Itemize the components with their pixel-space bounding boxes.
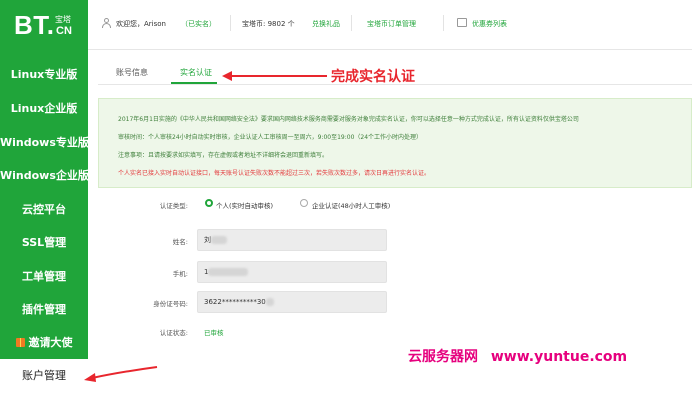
gift-icon	[15, 338, 25, 347]
sidebar-item-label: Windows专业版	[0, 136, 88, 149]
sidebar-item-label: 云控平台	[22, 203, 66, 216]
sidebar-item-label: Linux企业版	[10, 102, 78, 115]
sidebar-item-ssl[interactable]: SSL管理	[0, 226, 88, 260]
header-divider	[443, 15, 444, 31]
sidebar: BT. 宝塔 CN Linux专业版 Linux企业版 Windows专业版 W…	[0, 0, 88, 393]
header-divider	[351, 15, 352, 31]
auth-type-label: 认证类型:	[159, 202, 188, 210]
sidebar-item-label: Windows企业版	[0, 169, 88, 182]
phone-field[interactable]: 1	[197, 261, 387, 283]
sidebar-item-account[interactable]: 账户管理	[0, 359, 88, 393]
notice-warning: 个人实名已接入实时自动认证接口，每天账号认证失败次数不能超过三次，若失败次数过多…	[118, 170, 431, 177]
account-pointer-arrow	[91, 366, 158, 379]
id-number-value: 3622**********30	[204, 298, 266, 306]
id-number-field[interactable]: 3622**********30	[197, 291, 387, 313]
sidebar-item-cloud-control[interactable]: 云控平台	[0, 193, 88, 227]
watermark-url: www.yuntue.com	[490, 349, 628, 365]
annotation-complete-verification: 完成实名认证	[331, 69, 415, 85]
verified-badge: （已实名）	[181, 20, 216, 28]
sidebar-item-label: 邀请大使	[28, 336, 73, 349]
sidebar-item-linux-enterprise[interactable]: Linux企业版	[0, 92, 88, 126]
radio-personal[interactable]	[205, 199, 213, 207]
sidebar-item-linux-pro[interactable]: Linux专业版	[0, 58, 88, 92]
name-field[interactable]: 刘	[197, 229, 387, 251]
sidebar-item-windows-pro[interactable]: Windows专业版	[0, 126, 88, 160]
redacted-blur	[265, 298, 274, 306]
sidebar-item-label: SSL管理	[21, 236, 67, 249]
sidebar-item-label: 插件管理	[22, 303, 66, 316]
notice-review-time: 审核时间：个人审核24小时自动实时审核，企业认证人工审核周一至周六，9:00至1…	[118, 134, 423, 141]
status-label: 认证状态:	[159, 329, 188, 337]
tab-real-name[interactable]: 实名认证	[180, 67, 212, 78]
sidebar-item-invite[interactable]: 邀请大使	[0, 326, 88, 360]
id-number-label: 身份证号码:	[153, 300, 188, 308]
name-value: 刘	[204, 236, 211, 244]
radio-personal-label[interactable]: 个人(实时自动审核)	[216, 200, 273, 210]
notice-attention: 注意事项：且请按要求如实填写，存在虚假或者地址不详细将会退回重新填写。	[118, 152, 329, 159]
name-label: 姓名:	[172, 238, 188, 246]
header: 欢迎您，Arison （已实名） 宝塔币: 9802 个 兑换礼品 宝塔币订单管…	[88, 0, 692, 50]
sidebar-item-label: Linux专业版	[10, 68, 78, 81]
notice-box: 2017年6月1日实施的《中华人民共和国网络安全法》要求国内网络技术服务商需要对…	[98, 98, 692, 188]
annotation-arrows	[84, 71, 327, 382]
sidebar-item-label: 工单管理	[22, 270, 66, 283]
watermark: 云服务器网 www.yuntue.com	[408, 346, 627, 366]
tab-pointer-arrowhead	[222, 71, 232, 81]
logo-cn-chinese: 宝塔	[55, 15, 71, 24]
radio-company[interactable]	[300, 199, 308, 207]
sidebar-item-label: 账户管理	[22, 369, 66, 382]
active-tab-indicator	[171, 82, 217, 84]
sidebar-item-windows-enterprise[interactable]: Windows企业版	[0, 159, 88, 193]
watermark-cn: 云服务器网	[408, 349, 478, 365]
exchange-gifts-link[interactable]: 兑换礼品	[312, 19, 340, 29]
user-icon	[102, 18, 111, 28]
status-value: 已审核	[204, 329, 224, 337]
logo-bt-text: BT.	[14, 10, 55, 40]
sidebar-item-plugins[interactable]: 插件管理	[0, 293, 88, 327]
logo-cn-text: CN	[56, 25, 72, 37]
radio-company-label[interactable]: 企业认证(48小时人工审核)	[312, 200, 390, 210]
notice-law-text: 2017年6月1日实施的《中华人民共和国网络安全法》要求国内网络技术服务商需要对…	[118, 116, 579, 123]
coupon-icon	[457, 18, 467, 27]
bt-logo[interactable]: BT. 宝塔 CN	[0, 0, 88, 50]
welcome-text: 欢迎您，Arison	[116, 20, 166, 28]
tab-account-info[interactable]: 账号信息	[116, 67, 148, 78]
coin-orders-link[interactable]: 宝塔币订单管理	[367, 19, 416, 29]
header-divider	[230, 15, 231, 31]
redacted-blur	[208, 268, 249, 276]
coin-balance: 宝塔币: 9802 个	[242, 20, 295, 28]
redacted-blur	[211, 236, 227, 244]
coupon-list-link[interactable]: 优惠券列表	[472, 19, 507, 29]
sidebar-item-tickets[interactable]: 工单管理	[0, 260, 88, 294]
phone-label: 手机:	[172, 270, 188, 278]
